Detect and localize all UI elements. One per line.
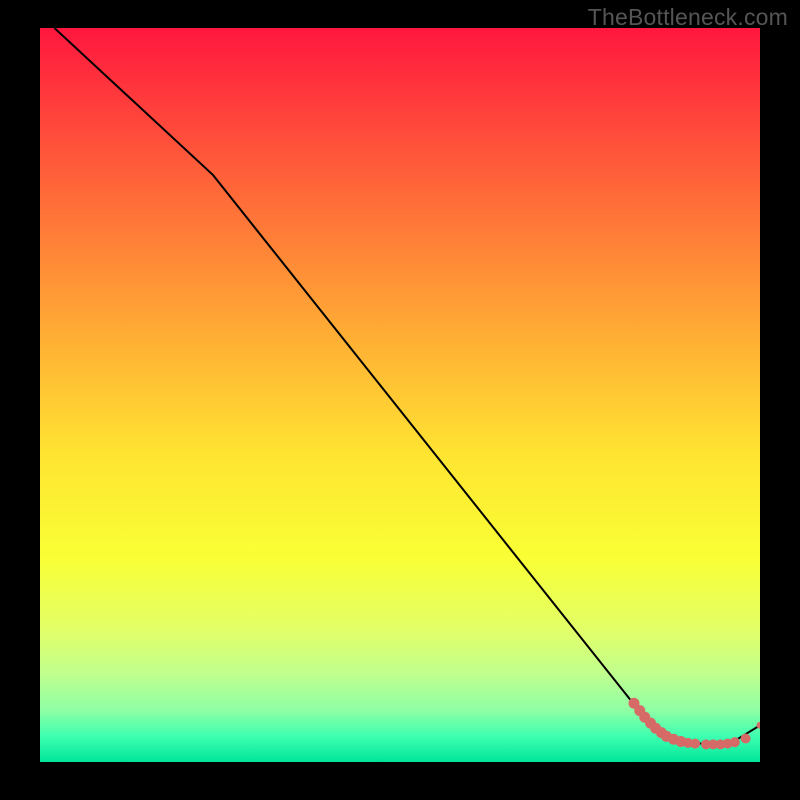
chart-frame: TheBottleneck.com xyxy=(0,0,800,800)
chart-background xyxy=(40,28,760,762)
chart-svg xyxy=(40,28,760,762)
chart-plot xyxy=(40,28,760,762)
dot xyxy=(690,739,700,749)
watermark-text: TheBottleneck.com xyxy=(588,4,788,31)
dot xyxy=(730,737,740,747)
dot xyxy=(741,734,751,744)
